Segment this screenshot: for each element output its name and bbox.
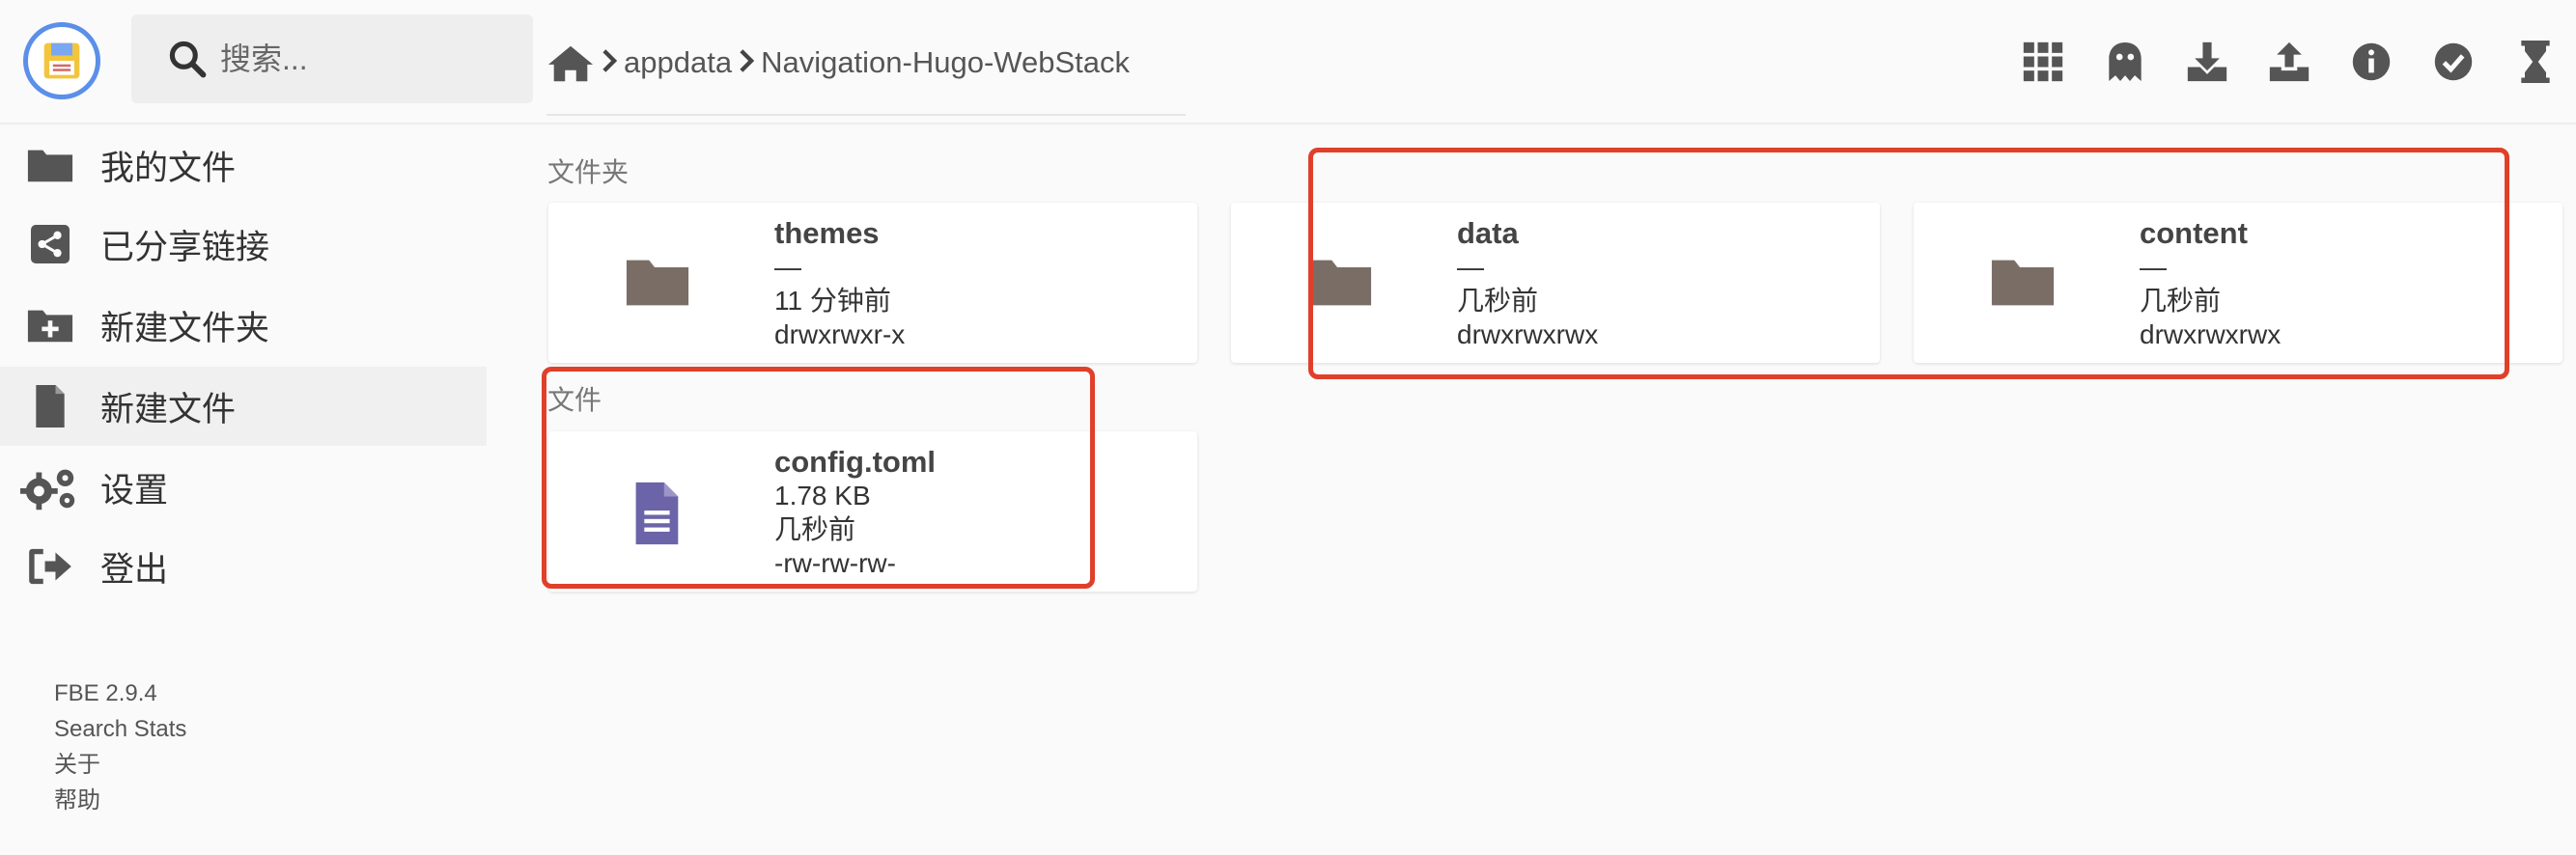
upload-button[interactable] xyxy=(2248,29,2330,95)
item-name: themes xyxy=(774,216,880,250)
hourglass-icon xyxy=(2520,41,2550,83)
folder-plus-icon xyxy=(0,306,100,345)
share-icon xyxy=(0,225,100,263)
sign-out-icon xyxy=(0,547,100,586)
sidebar-item-label: 已分享链接 xyxy=(100,228,270,266)
file-icon xyxy=(0,385,100,428)
info-button[interactable] xyxy=(2330,29,2412,95)
sidebar-item-my-files[interactable]: 我的文件 xyxy=(0,125,487,205)
item-permissions: drwxrwxr-x xyxy=(774,319,906,349)
highlight-box-folders xyxy=(1308,148,2509,379)
sidebar-item-shared-links[interactable]: 已分享链接 xyxy=(0,205,487,284)
sidebar-item-label: 我的文件 xyxy=(100,149,237,187)
sidebar-item-new-file[interactable]: 新建文件 xyxy=(0,367,487,446)
grid-view-button[interactable] xyxy=(2002,29,2084,95)
ghost-button[interactable] xyxy=(2084,29,2166,95)
folder-icon xyxy=(626,260,689,306)
download-icon xyxy=(2187,41,2226,82)
sidebar-item-logout[interactable]: 登出 xyxy=(0,527,487,606)
search-icon xyxy=(169,41,207,78)
help-link[interactable]: 帮助 xyxy=(54,783,186,818)
folder-icon xyxy=(0,146,100,184)
home-icon[interactable] xyxy=(546,41,595,84)
search-stats-link[interactable]: Search Stats xyxy=(54,711,186,747)
version-label: FBE 2.9.4 xyxy=(54,680,157,706)
sidebar-item-label: 登出 xyxy=(100,550,169,589)
chevron-right-icon xyxy=(601,45,618,80)
app-logo[interactable] xyxy=(23,22,100,99)
folder-item-themes[interactable]: themes — 11 分钟前 drwxrwxr-x xyxy=(548,203,1197,363)
sidebar-item-new-folder[interactable]: 新建文件夹 xyxy=(0,286,487,365)
chevron-right-icon xyxy=(738,45,755,80)
search-box[interactable]: 搜索... xyxy=(131,14,533,103)
breadcrumb-item-current[interactable]: Navigation-Hugo-WebStack xyxy=(761,45,1130,80)
highlight-box-file xyxy=(542,367,1095,589)
select-button[interactable] xyxy=(2412,29,2494,95)
breadcrumb-item-appdata[interactable]: appdata xyxy=(624,45,732,80)
progress-button[interactable] xyxy=(2494,29,2576,95)
about-link[interactable]: 关于 xyxy=(54,747,186,783)
breadcrumb-underline xyxy=(546,114,1186,116)
sidebar-item-settings[interactable]: 设置 xyxy=(0,448,487,527)
header-actions xyxy=(2002,29,2576,95)
header: 搜索... appdata Navigation-Hugo-WebStack xyxy=(0,0,2576,123)
item-modified: 11 分钟前 xyxy=(774,286,891,316)
upload-icon xyxy=(2269,41,2309,82)
gears-icon xyxy=(0,464,100,510)
search-placeholder: 搜索... xyxy=(220,41,308,76)
ghost-icon xyxy=(2108,42,2142,81)
sidebar-footer: FBE 2.9.4 Search Stats 关于 帮助 xyxy=(54,676,186,818)
sidebar-item-label: 新建文件 xyxy=(100,390,237,428)
check-circle-icon xyxy=(2434,42,2472,81)
download-button[interactable] xyxy=(2166,29,2248,95)
info-icon xyxy=(2352,42,2390,81)
breadcrumb: appdata Navigation-Hugo-WebStack xyxy=(546,33,1130,93)
sidebar-item-label: 新建文件夹 xyxy=(100,309,270,347)
sidebar-item-label: 设置 xyxy=(100,471,169,510)
folders-heading: 文件夹 xyxy=(547,157,630,187)
item-size: — xyxy=(774,252,801,282)
floppy-disk-icon xyxy=(43,42,80,79)
grid-view-icon xyxy=(2023,41,2062,82)
